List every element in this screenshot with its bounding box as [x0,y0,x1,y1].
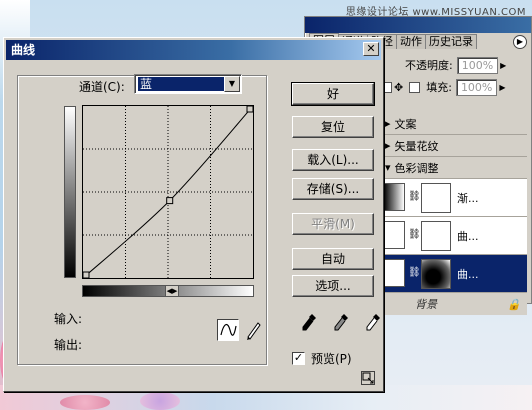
layer-item[interactable]: ▸ 矢量花纹 [381,135,527,157]
dialog-titlebar[interactable]: 曲线 ✕ [6,40,381,60]
fill-row: ✥ 填充: 100% ▶ [381,77,527,97]
curve-control-point[interactable] [82,271,90,279]
channel-value: 蓝 [138,77,224,91]
expand-graph-icon[interactable] [361,371,375,385]
dialog-title: 曲线 [11,43,36,57]
layer-item[interactable]: ⛓ 渐... [381,179,527,217]
eyedropper-group [300,312,382,334]
layer-name: 曲... [457,267,479,281]
flower-decoration [140,392,180,410]
expand-glyph [362,372,374,384]
options-button[interactable]: 选项... [292,275,374,297]
fill-dropdown-icon[interactable]: ▶ [499,83,505,92]
layer-name: 曲... [457,229,479,243]
layer-item[interactable]: ▾ 色彩调整 [381,157,527,179]
ok-button[interactable]: 好 [291,82,375,106]
load-button[interactable]: 载入(L)... [292,149,374,171]
layer-name: 矢量花纹 [394,139,439,153]
black-eyedropper-icon[interactable] [300,312,318,334]
gradient-toggle-icon[interactable]: ◀▶ [165,285,179,297]
pencil-glyph [247,322,261,340]
curve-control-point[interactable] [246,105,254,113]
layer-name: 色彩调整 [394,161,439,175]
layer-item[interactable]: 背景 🔒 [381,293,527,315]
curves-dialog: 曲线 ✕ 通道(C): 蓝 ▼ ◀▶ 输入: 输出: 好 复位 载入(L)...… [3,37,384,392]
output-label: 输出: [54,338,83,352]
fill-field[interactable]: 100% [455,78,498,96]
output-gradient-bar [64,106,76,278]
smooth-button[interactable]: 平滑(M) [292,213,374,235]
input-label: 输入: [54,312,83,326]
opacity-field[interactable]: 100% [456,56,499,74]
curve-grid [83,106,253,278]
opacity-dropdown-icon[interactable]: ▶ [500,61,506,70]
move-icon[interactable]: ✥ [394,81,403,94]
preview-checkbox[interactable]: ✓ [292,352,305,365]
opacity-label: 不透明度: [405,59,453,72]
gradient-map-thumbnail [383,183,405,211]
preview-row: ✓ 预览(P) [292,350,352,367]
tab-actions[interactable]: 动作 [396,34,426,49]
curves-thumbnail [383,221,405,249]
pencil-tool-icon[interactable] [244,319,264,341]
curve-tool-glyph [220,324,237,336]
close-button[interactable]: ✕ [363,42,379,56]
reset-button[interactable]: 复位 [292,116,374,138]
input-gradient-bar: ◀▶ [82,285,254,297]
layer-item[interactable]: ⛓ 曲... [381,217,527,255]
white-eyedropper-icon[interactable] [364,312,382,334]
lock-icon: 🔒 [507,297,521,311]
chevron-down-icon[interactable]: ▼ [224,76,240,92]
channel-select[interactable]: 蓝 ▼ [134,74,242,94]
link-icon[interactable]: ⛓ [408,191,421,202]
layer-mask-thumbnail [421,258,451,289]
curve-graph[interactable] [82,105,254,279]
channel-label: 通道(C): [79,80,125,94]
curve-control-point[interactable] [166,197,174,205]
flower-decoration [60,395,110,410]
auto-button[interactable]: 自动 [292,248,374,270]
curves-thumbnail [383,259,405,287]
layer-mask-thumbnail [421,182,451,213]
layer-name: 文案 [394,117,417,131]
lock-all-icon[interactable] [409,81,421,93]
preview-label: 预览(P) [311,352,352,366]
layer-list: ▸ 文案 ▸ 矢量花纹 ▾ 色彩调整 ⛓ 渐... ⛓ 曲... ⛓ 曲... [381,113,527,315]
panel-menu-icon[interactable]: ▶ [513,35,527,49]
opacity-row: 不透明度: 100% ▶ [381,55,527,75]
link-icon[interactable]: ⛓ [408,267,421,278]
gray-eyedropper-icon[interactable] [332,312,350,334]
layer-mask-thumbnail [421,220,451,251]
folder-icon: ▸ [385,117,391,130]
layer-name: 背景 [415,298,437,311]
layer-name: 渐... [457,191,479,205]
fill-label: 填充: [426,81,452,94]
folder-icon: ▾ [385,161,391,174]
tab-history[interactable]: 历史记录 [425,34,477,49]
link-icon[interactable]: ⛓ [408,229,421,240]
folder-icon: ▸ [385,139,391,152]
layer-item[interactable]: ▸ 文案 [381,113,527,135]
layers-panel-titlebar[interactable] [305,17,531,33]
layer-item-selected[interactable]: ⛓ 曲... [381,255,527,293]
save-button[interactable]: 存储(S)... [292,178,374,200]
curve-tool-icon[interactable] [217,319,239,341]
curve-graph-svg [82,105,254,279]
